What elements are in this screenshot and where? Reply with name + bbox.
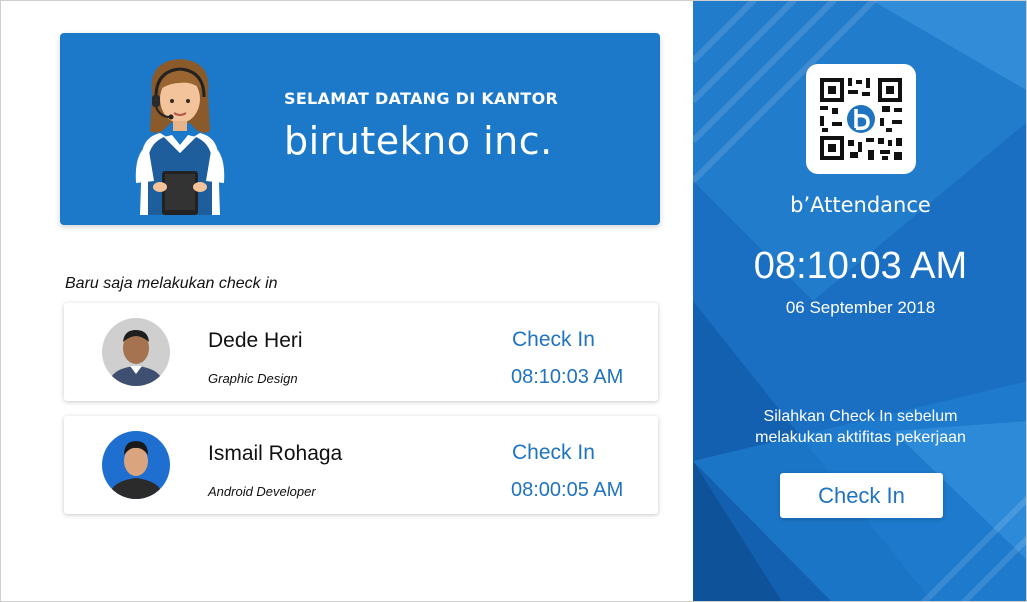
app-name: b’Attendance [790,193,931,217]
checkin-card: Dede Heri Graphic Design Check In 08:10:… [64,303,658,401]
checkin-time: 08:00:05 AM [511,479,624,501]
qr-code-icon [806,64,916,174]
employee-name: Ismail Rohaga [208,442,343,465]
receptionist-illustration [135,59,225,215]
employee-role: Android Developer [208,484,316,499]
check-in-button[interactable]: Check In [780,473,943,518]
checkin-status: Check In [512,441,595,464]
current-date: 06 September 2018 [785,298,936,317]
employee-role: Graphic Design [208,371,298,386]
checkin-card: Ismail Rohaga Android Developer Check In… [64,416,658,514]
avatar [102,318,170,386]
attendance-panel: b’Attendance 08:10:03 AM 06 September 20… [693,1,1026,601]
employee-name: Dede Heri [208,329,303,352]
kiosk-screen: SELAMAT DATANG DI KANTOR birutekno inc. … [0,0,1027,602]
company-name: birutekno inc. [284,119,553,163]
checkin-instruction: Silahkan Check In sebelum melakukan akti… [755,408,966,446]
checkin-time: 08:10:03 AM [511,366,624,388]
welcome-subtitle: SELAMAT DATANG DI KANTOR [284,89,559,108]
welcome-banner: SELAMAT DATANG DI KANTOR birutekno inc. [60,33,660,225]
avatar [102,431,170,499]
checkin-status: Check In [512,328,595,351]
current-time: 08:10:03 AM [753,245,968,287]
recent-checkins-title: Baru saja melakukan check in [65,275,278,292]
